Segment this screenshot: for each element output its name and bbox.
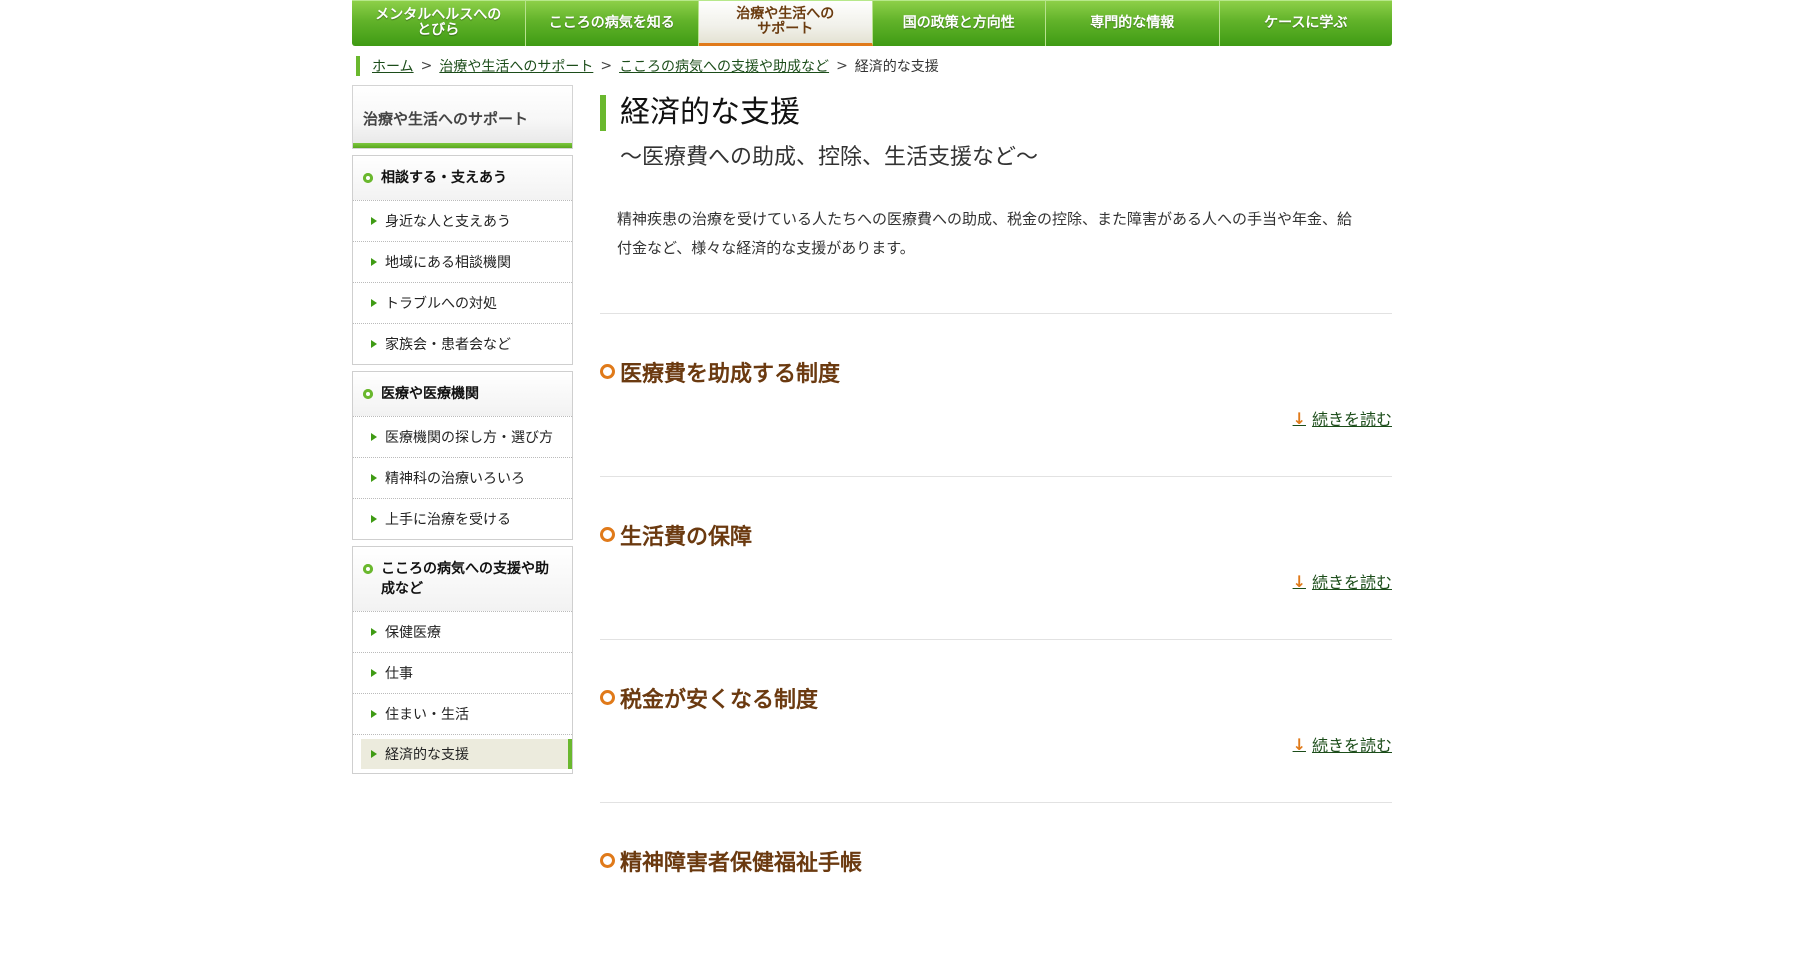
arrow-down-icon: ↓ <box>1292 571 1306 591</box>
sidebar-item-health-care[interactable]: 保健医療 <box>353 612 572 653</box>
sidebar-item-financial-support[interactable]: 経済的な支援 <box>361 739 572 769</box>
sidebar-item-receive-treatment[interactable]: 上手に治療を受ける <box>353 499 572 539</box>
nav-tab-know-illness[interactable]: こころの病気を知る <box>525 0 699 46</box>
section-title-label: 精神障害者保健福祉手帳 <box>620 851 863 876</box>
intro-text: 精神疾患の治療を受けている人たちへの医療費への助成、税金の控除、また障害がある人… <box>617 210 1353 257</box>
read-more-label: 続きを読む <box>1311 736 1392 755</box>
circle-bullet-icon <box>363 564 373 574</box>
breadcrumb-separator: > <box>420 58 433 74</box>
page-subtitle: ～医療費への助成、控除、生活支援など～ <box>620 145 1039 170</box>
sidebar-item-housing[interactable]: 住まい・生活 <box>353 694 572 735</box>
breadcrumb-current: 経済的な支援 <box>854 59 939 75</box>
nav-tab-mental-health[interactable]: メンタルヘルスへの とびら <box>352 0 526 46</box>
section-title: 医療費を助成する制度 <box>600 356 840 388</box>
read-more-link[interactable]: ↓ 続きを読む <box>1293 732 1392 756</box>
sidebar-group-title[interactable]: こころの病気への支援や助成など <box>353 547 572 612</box>
triangle-right-icon <box>371 750 377 758</box>
sidebar-group-title-label: 医療や医療機関 <box>381 386 479 402</box>
sidebar-item-label: 仕事 <box>385 666 413 682</box>
sidebar-group-title[interactable]: 医療や医療機関 <box>353 372 572 417</box>
ring-bullet-icon <box>600 690 615 705</box>
nav-tab-cases[interactable]: ケースに学ぶ <box>1219 0 1392 46</box>
section-title: 精神障害者保健福祉手帳 <box>600 845 862 877</box>
sidebar-item-family-association[interactable]: 家族会・患者会など <box>353 324 572 364</box>
sidebar-item-close-people[interactable]: 身近な人と支えあう <box>353 201 572 242</box>
arrow-down-icon: ↓ <box>1292 734 1306 754</box>
sidebar-group-title-label: 相談する・支えあう <box>381 170 507 186</box>
sidebar-header-label: 治療や生活へのサポート <box>363 110 529 128</box>
sidebar-group-title[interactable]: 相談する・支えあう <box>353 156 572 201</box>
triangle-right-icon <box>371 217 377 225</box>
triangle-right-icon <box>371 515 377 523</box>
sidebar-item-label: 保健医療 <box>385 625 441 641</box>
section-disability-handbook: 精神障害者保健福祉手帳 <box>600 803 1392 965</box>
read-more-label: 続きを読む <box>1311 573 1392 592</box>
main-content: 経済的な支援 ～医療費への助成、控除、生活支援など～ 精神疾患の治療を受けている… <box>600 95 1392 965</box>
read-more-link[interactable]: ↓ 続きを読む <box>1293 569 1392 593</box>
sidebar-header: 治療や生活へのサポート <box>352 85 573 149</box>
section-title: 生活費の保障 <box>600 519 752 551</box>
arrow-down-icon: ↓ <box>1292 408 1306 428</box>
triangle-right-icon <box>371 340 377 348</box>
sidebar-item-label: 経済的な支援 <box>385 747 469 763</box>
triangle-right-icon <box>371 258 377 266</box>
sidebar: 治療や生活へのサポート 相談する・支えあう 身近な人と支えあう 地域にある相談機… <box>352 85 573 774</box>
sidebar-group-medical: 医療や医療機関 医療機関の探し方・選び方 精神科の治療いろいろ 上手に治療を受け… <box>352 371 573 540</box>
breadcrumb-separator: > <box>836 58 848 74</box>
sidebar-group-title-label: こころの病気への支援や助成など <box>381 561 549 597</box>
page: メンタルヘルスへの とびら こころの病気を知る 治療や生活への サポート 国の政… <box>0 0 1798 886</box>
section-title-label: 医療費を助成する制度 <box>620 362 841 387</box>
triangle-right-icon <box>371 669 377 677</box>
sidebar-group-aid: こころの病気への支援や助成など 保健医療 仕事 住まい・生活 経済的な支援 <box>352 546 573 774</box>
global-nav: メンタルヘルスへの とびら こころの病気を知る 治療や生活への サポート 国の政… <box>352 0 1392 46</box>
sidebar-group-consult: 相談する・支えあう 身近な人と支えあう 地域にある相談機関 トラブルへの対処 家… <box>352 155 573 365</box>
sidebar-item-label: トラブルへの対処 <box>385 296 497 312</box>
section-title-label: 生活費の保障 <box>620 525 753 550</box>
sidebar-item-find-clinic[interactable]: 医療機関の探し方・選び方 <box>353 417 572 458</box>
circle-bullet-icon <box>363 173 373 183</box>
ring-bullet-icon <box>600 853 615 868</box>
sidebar-item-label: 上手に治療を受ける <box>385 512 511 528</box>
sidebar-item-label: 家族会・患者会など <box>385 337 511 353</box>
sidebar-item-local-consult[interactable]: 地域にある相談機関 <box>353 242 572 283</box>
sidebar-item-label: 身近な人と支えあう <box>385 214 511 230</box>
section-living-cost: 生活費の保障 ↓ 続きを読む <box>600 477 1392 639</box>
breadcrumb-support-link[interactable]: 治療や生活へのサポート <box>439 56 593 76</box>
page-title: 経済的な支援 <box>600 95 1392 131</box>
sidebar-item-psychiatric-treatment[interactable]: 精神科の治療いろいろ <box>353 458 572 499</box>
breadcrumb-separator: > <box>600 58 613 74</box>
triangle-right-icon <box>371 628 377 636</box>
breadcrumb: ホーム > 治療や生活へのサポート > こころの病気への支援や助成など > 経済… <box>356 56 939 76</box>
triangle-right-icon <box>371 433 377 441</box>
nav-tab-policy[interactable]: 国の政策と方向性 <box>872 0 1046 46</box>
read-more-label: 続きを読む <box>1311 410 1392 429</box>
sidebar-item-label: 精神科の治療いろいろ <box>385 471 525 487</box>
section-title: 税金が安くなる制度 <box>600 682 818 714</box>
circle-bullet-icon <box>363 389 373 399</box>
sidebar-item-label: 医療機関の探し方・選び方 <box>385 430 553 446</box>
section-title-label: 税金が安くなる制度 <box>620 688 819 713</box>
nav-tab-support[interactable]: 治療や生活への サポート <box>699 0 873 46</box>
sidebar-item-label: 地域にある相談機関 <box>385 255 511 271</box>
triangle-right-icon <box>371 299 377 307</box>
sidebar-item-label: 住まい・生活 <box>385 707 469 723</box>
section-medical-aid: 医療費を助成する制度 ↓ 続きを読む <box>600 314 1392 476</box>
section-tax-reduction: 税金が安くなる制度 ↓ 続きを読む <box>600 640 1392 802</box>
breadcrumb-aid-link[interactable]: こころの病気への支援や助成など <box>619 56 829 76</box>
breadcrumb-home-link[interactable]: ホーム <box>372 56 414 76</box>
triangle-right-icon <box>371 710 377 718</box>
ring-bullet-icon <box>600 364 615 379</box>
nav-tab-expert-info[interactable]: 専門的な情報 <box>1046 0 1220 46</box>
ring-bullet-icon <box>600 527 615 542</box>
sidebar-item-work[interactable]: 仕事 <box>353 653 572 694</box>
read-more-link[interactable]: ↓ 続きを読む <box>1293 406 1392 430</box>
sidebar-item-trouble[interactable]: トラブルへの対処 <box>353 283 572 324</box>
triangle-right-icon <box>371 474 377 482</box>
